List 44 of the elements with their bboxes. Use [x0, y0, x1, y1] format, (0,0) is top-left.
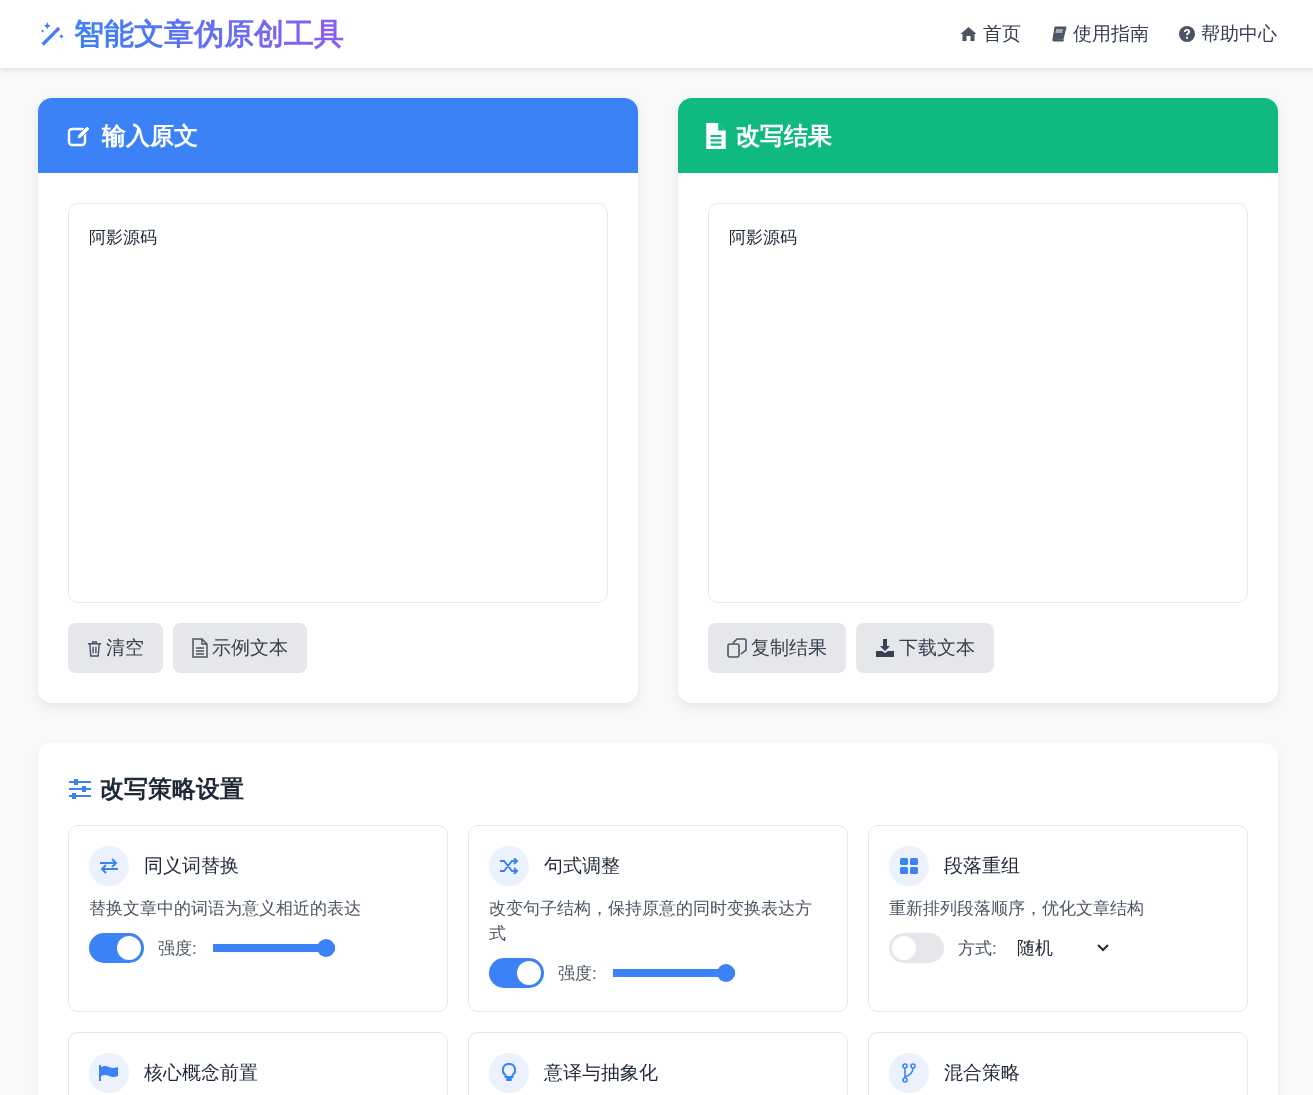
panel-title: 改写结果: [736, 120, 832, 151]
download-icon: [875, 639, 895, 657]
document-icon: [706, 122, 726, 149]
strategy-title: 同义词替换: [144, 854, 239, 878]
action-button[interactable]: 清空: [68, 623, 163, 673]
help-icon: [1179, 26, 1195, 42]
flag-icon: [89, 1053, 129, 1093]
strategy-description: 替换文章中的词语为意义相近的表达: [89, 898, 362, 920]
control-label: 强度:: [558, 962, 597, 985]
action-button[interactable]: 复制结果: [708, 623, 846, 673]
text-area[interactable]: 阿影源码: [68, 203, 608, 603]
branch-icon: [889, 1053, 929, 1093]
trash-icon: [87, 639, 102, 657]
action-button[interactable]: 下载文本: [856, 623, 994, 673]
strategy-title: 段落重组: [944, 854, 1020, 878]
strategy-title: 核心概念前置: [144, 1061, 258, 1085]
swap-arrows-icon: [89, 846, 129, 886]
lightbulb-icon: [489, 1053, 529, 1093]
strategy-description: 改变句子结构，保持原意的同时变换表达方式: [489, 898, 813, 945]
strategy-title: 意译与抽象化: [544, 1061, 658, 1085]
nav-link[interactable]: 使用指南: [1051, 21, 1149, 47]
book-icon: [1051, 26, 1067, 42]
sliders-icon: [68, 778, 92, 800]
nav-link[interactable]: 首页: [960, 21, 1021, 47]
control-label: 方式:: [958, 937, 997, 960]
control-label: 强度:: [158, 937, 197, 960]
text-area[interactable]: 阿影源码: [708, 203, 1248, 603]
action-button[interactable]: 示例文本: [173, 623, 307, 673]
dropdown[interactable]: 随机: [1010, 936, 1115, 960]
shuffle-icon: [489, 846, 529, 886]
strategy-title: 句式调整: [544, 854, 620, 878]
grid-icon: [889, 846, 929, 886]
home-icon: [960, 26, 977, 42]
nav-link[interactable]: 帮助中心: [1179, 21, 1277, 47]
toggle-switch[interactable]: [489, 958, 544, 988]
toggle-switch[interactable]: [889, 933, 944, 963]
panel-title: 输入原文: [102, 120, 198, 151]
section-title: 改写策略设置: [100, 774, 244, 804]
document-icon: [192, 638, 208, 658]
copy-icon: [727, 638, 747, 658]
strategy-title: 混合策略: [944, 1061, 1020, 1085]
toggle-switch[interactable]: [89, 933, 144, 963]
strategy-description: 重新排列段落顺序，优化文章结构: [889, 898, 1145, 920]
chevron-down-icon: [1096, 944, 1109, 952]
